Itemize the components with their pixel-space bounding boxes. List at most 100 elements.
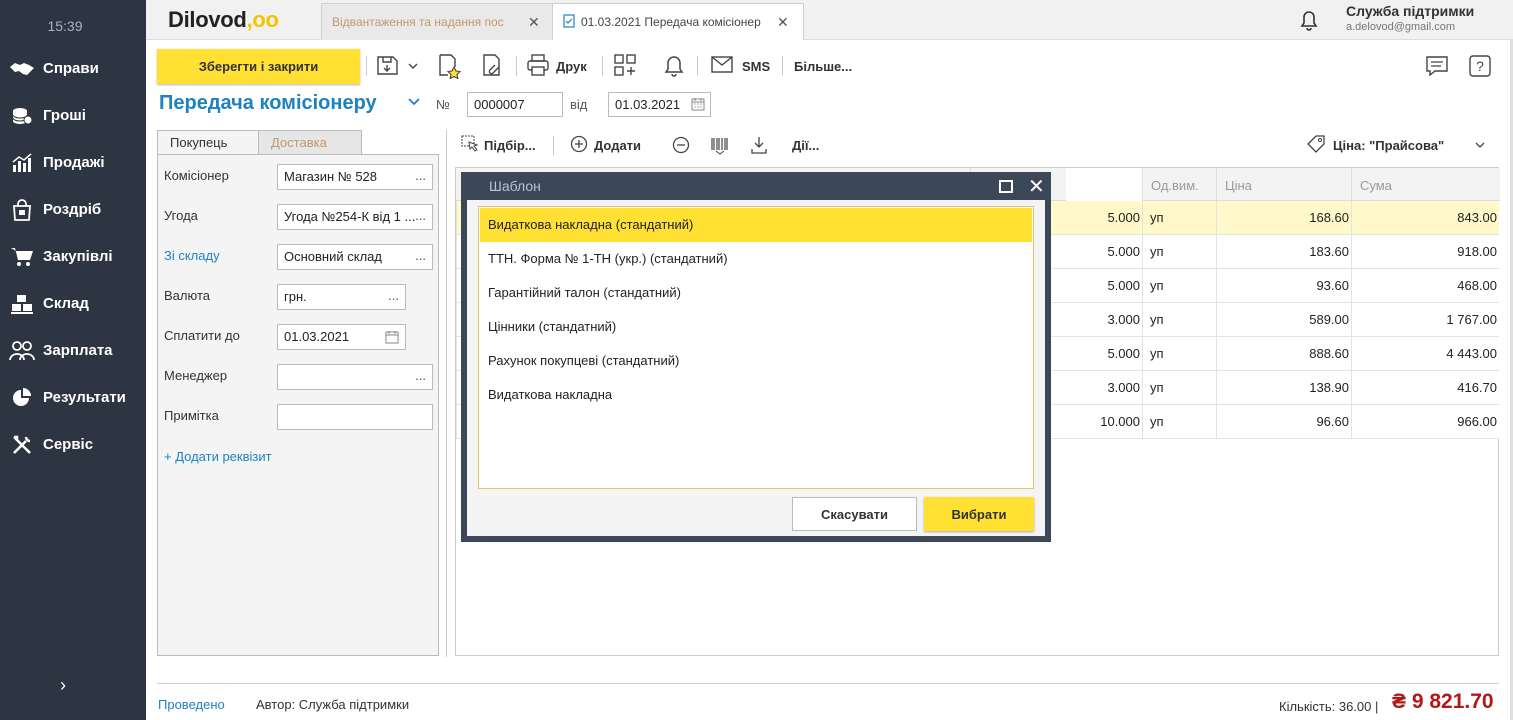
field-input[interactable]: Основний склад... bbox=[277, 244, 433, 270]
template-list-item[interactable]: Видаткова накладна (стандатний) bbox=[480, 208, 1032, 242]
table-cell[interactable]: 168.60 bbox=[1216, 201, 1351, 235]
close-icon[interactable]: ✕ bbox=[528, 14, 540, 31]
status-link[interactable]: Проведено bbox=[158, 697, 225, 712]
save-and-close-button[interactable]: Зберегти і закрити bbox=[157, 49, 360, 84]
choose-button[interactable]: Вибрати bbox=[924, 497, 1034, 531]
panel-splitter[interactable] bbox=[446, 130, 447, 657]
column-header-sum[interactable]: Сума bbox=[1351, 168, 1500, 201]
table-cell[interactable]: уп bbox=[1142, 235, 1216, 269]
table-cell[interactable]: 93.60 bbox=[1216, 269, 1351, 303]
table-cell[interactable]: 5.000 bbox=[1046, 337, 1142, 371]
table-cell[interactable]: 4 443.00 bbox=[1351, 337, 1499, 371]
table-cell[interactable]: уп bbox=[1142, 371, 1216, 405]
minus-circle-icon[interactable] bbox=[672, 134, 690, 156]
table-cell[interactable]: 888.60 bbox=[1216, 337, 1351, 371]
template-list-item[interactable]: Гарантійний талон (стандатний) bbox=[480, 276, 1032, 310]
tab-transfer-document[interactable]: 01.03.2021 Передача комісіонер ✕ bbox=[552, 3, 804, 40]
maximize-icon[interactable] bbox=[999, 180, 1013, 193]
template-list-item[interactable]: Рахунок покупцеві (стандатний) bbox=[480, 344, 1032, 378]
tab-delivery[interactable]: Доставка bbox=[258, 130, 362, 155]
chevron-down-icon[interactable] bbox=[407, 53, 419, 79]
field-input[interactable]: Угода №254-К від 1 ...... bbox=[277, 204, 433, 230]
comments-icon[interactable] bbox=[1425, 53, 1451, 79]
add-requisite-link[interactable]: + Додати реквізит bbox=[164, 449, 272, 464]
table-cell[interactable]: 5.000 bbox=[1046, 269, 1142, 303]
document-number-field[interactable]: 0000007 bbox=[467, 92, 563, 117]
sidebar-item-5[interactable]: Закупівлі bbox=[0, 233, 146, 280]
more-button[interactable]: Більше... bbox=[788, 53, 852, 79]
field-input[interactable]: грн.... bbox=[277, 284, 406, 310]
template-list-item[interactable]: ТТН. Форма № 1-ТН (укр.) (стандатний) bbox=[480, 242, 1032, 276]
document-date-field[interactable]: 01.03.2021 bbox=[608, 92, 711, 117]
tab-shipments[interactable]: Відвантаження та надання пос ✕ bbox=[321, 3, 553, 40]
field-input[interactable]: 01.03.2021 bbox=[277, 324, 406, 350]
sidebar-item-6[interactable]: Склад bbox=[0, 280, 146, 327]
template-list-item[interactable]: Видаткова накладна bbox=[480, 378, 1032, 412]
attachment-icon[interactable] bbox=[480, 53, 506, 79]
cancel-button[interactable]: Скасувати bbox=[792, 497, 917, 531]
save-as-icon[interactable] bbox=[376, 53, 402, 79]
table-cell[interactable]: 138.90 bbox=[1216, 371, 1351, 405]
notifications-bell-icon[interactable] bbox=[1296, 7, 1322, 36]
template-list-item[interactable]: Цінники (стандатний) bbox=[480, 310, 1032, 344]
field-input[interactable]: ... bbox=[277, 364, 433, 390]
template-list[interactable]: Видаткова накладна (стандатний) ТТН. Форм… bbox=[478, 206, 1034, 489]
logo[interactable]: Dilovod,oo bbox=[168, 7, 279, 33]
help-icon[interactable]: ? bbox=[1468, 53, 1492, 79]
import-icon[interactable] bbox=[749, 134, 769, 156]
print-button[interactable]: Друк bbox=[526, 53, 587, 79]
table-cell[interactable]: 183.60 bbox=[1216, 235, 1351, 269]
field-input[interactable]: Магазин № 528... bbox=[277, 164, 433, 190]
table-cell[interactable]: 966.00 bbox=[1351, 405, 1499, 439]
select-dots-icon[interactable]: ... bbox=[415, 168, 426, 183]
sidebar-item-2[interactable]: Гроші bbox=[0, 92, 146, 139]
table-cell[interactable]: уп bbox=[1142, 269, 1216, 303]
sidebar-item-7[interactable]: Зарплата bbox=[0, 327, 146, 374]
sms-button[interactable]: SMS bbox=[710, 53, 770, 79]
column-header-price[interactable]: Ціна bbox=[1216, 168, 1351, 201]
table-cell[interactable]: 3.000 bbox=[1046, 371, 1142, 405]
sidebar-item-4[interactable]: Роздріб bbox=[0, 186, 146, 233]
page-title[interactable]: Передача комісіонеру bbox=[159, 92, 377, 115]
table-cell[interactable]: 416.70 bbox=[1351, 371, 1499, 405]
select-dots-icon[interactable]: ... bbox=[415, 208, 426, 223]
price-type-select[interactable]: Ціна: "Прайсова" bbox=[1306, 134, 1486, 157]
sidebar-item-1[interactable]: Справи bbox=[0, 45, 146, 92]
chevron-down-icon[interactable] bbox=[407, 96, 421, 111]
calendar-icon[interactable] bbox=[385, 330, 399, 347]
field-input[interactable] bbox=[277, 404, 433, 430]
table-cell[interactable]: 3.000 bbox=[1046, 303, 1142, 337]
favorite-document-icon[interactable] bbox=[436, 53, 462, 79]
close-icon[interactable]: ✕ bbox=[777, 14, 789, 31]
column-header-unit[interactable]: Од.вим. bbox=[1142, 168, 1216, 201]
table-cell[interactable]: 1 767.00 bbox=[1351, 303, 1499, 337]
select-dots-icon[interactable]: ... bbox=[415, 248, 426, 263]
sidebar-item-9[interactable]: Сервіс bbox=[0, 421, 146, 468]
table-cell[interactable]: 468.00 bbox=[1351, 269, 1499, 303]
table-cell[interactable]: 918.00 bbox=[1351, 235, 1499, 269]
pick-button[interactable]: Підбір... bbox=[460, 134, 536, 156]
table-cell[interactable]: уп bbox=[1142, 337, 1216, 371]
add-row-button[interactable]: Додати bbox=[570, 134, 641, 156]
table-cell[interactable]: 96.60 bbox=[1216, 405, 1351, 439]
barcode-icon[interactable] bbox=[710, 134, 730, 156]
reminder-bell-icon[interactable] bbox=[662, 53, 686, 79]
table-cell[interactable]: уп bbox=[1142, 201, 1216, 235]
tab-buyer[interactable]: Покупець bbox=[157, 130, 259, 155]
add-widget-icon[interactable] bbox=[613, 53, 639, 79]
select-dots-icon[interactable]: ... bbox=[415, 368, 426, 383]
close-icon[interactable]: ✕ bbox=[1028, 174, 1045, 199]
table-cell[interactable]: 5.000 bbox=[1046, 201, 1142, 235]
table-cell[interactable]: уп bbox=[1142, 405, 1216, 439]
expand-sidebar-icon[interactable]: › bbox=[60, 675, 66, 696]
select-dots-icon[interactable]: ... bbox=[388, 288, 399, 303]
sidebar-item-3[interactable]: Продажі bbox=[0, 139, 146, 186]
actions-menu[interactable]: Дії... bbox=[792, 134, 819, 156]
table-cell[interactable]: уп bbox=[1142, 303, 1216, 337]
calendar-icon[interactable] bbox=[691, 97, 705, 114]
user-name[interactable]: Служба підтримки bbox=[1346, 3, 1474, 19]
table-cell[interactable]: 589.00 bbox=[1216, 303, 1351, 337]
sidebar-item-8[interactable]: Результати bbox=[0, 374, 146, 421]
field-label[interactable]: Зі складу bbox=[164, 248, 220, 263]
table-cell[interactable]: 5.000 bbox=[1046, 235, 1142, 269]
